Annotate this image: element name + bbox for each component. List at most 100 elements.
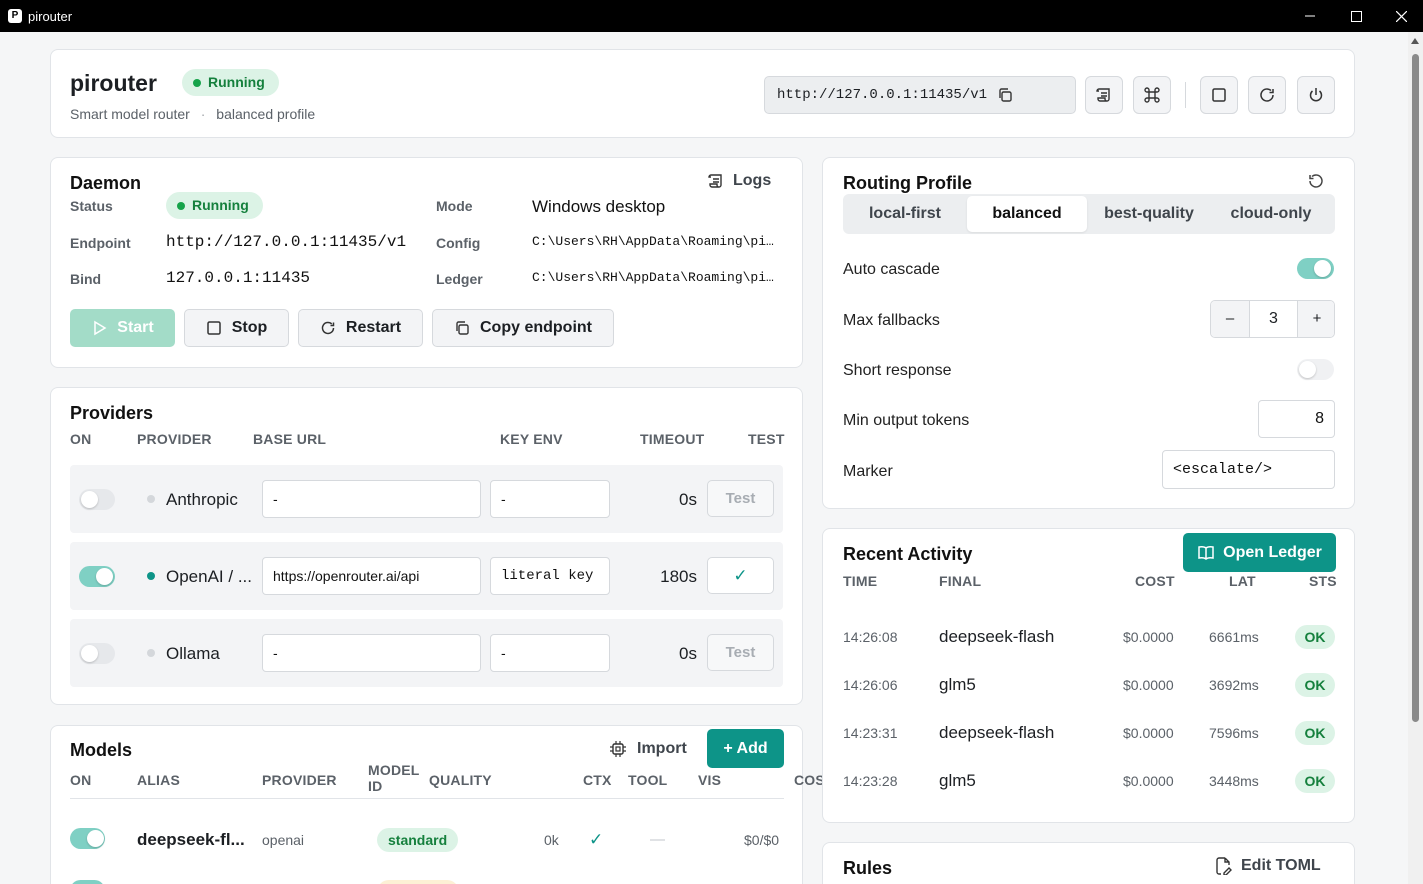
rules-card: Rules Edit TOML	[822, 842, 1355, 884]
tab-balanced[interactable]: balanced	[967, 196, 1087, 232]
test-button[interactable]: ✓	[707, 557, 774, 594]
scrollbar-thumb[interactable]	[1412, 54, 1419, 722]
max-fallbacks-value[interactable]: 3	[1250, 301, 1297, 337]
reset-icon[interactable]	[1307, 172, 1325, 190]
providers-card: Providers ON PROVIDER BASE URL KEY ENV T…	[50, 387, 803, 705]
restart-button[interactable]: Restart	[298, 309, 423, 347]
activity-latency: 3692ms	[1209, 677, 1259, 693]
activity-row: 14:26:08 deepseek-flash $0.0000 6661ms OK	[823, 625, 1356, 655]
endpoint-display[interactable]: http://127.0.0.1:11435/v1	[764, 76, 1076, 114]
activity-time: 14:26:06	[843, 677, 898, 693]
key-env-input[interactable]: -	[490, 480, 610, 518]
refresh-button[interactable]	[1248, 76, 1286, 114]
status-dot	[147, 495, 155, 503]
col-time: TIME	[843, 573, 878, 589]
col-cost: COST	[1135, 573, 1175, 589]
provider-name: OpenAI / ...	[166, 567, 252, 586]
col-quality: QUALITY	[429, 772, 492, 788]
subtitle-text: Smart model router	[70, 106, 190, 122]
logs-label: Logs	[733, 172, 772, 189]
test-passed-icon: ✓	[733, 565, 748, 585]
start-label: Start	[117, 319, 154, 336]
providers-title: Providers	[70, 403, 154, 423]
col-alias: ALIAS	[137, 772, 180, 788]
tab-best-quality[interactable]: best-quality	[1089, 196, 1209, 232]
models-header-divider	[70, 798, 784, 799]
key-env-input[interactable]: literal key	[490, 557, 610, 595]
test-button[interactable]: Test	[707, 480, 774, 517]
provider-toggle[interactable]	[79, 566, 115, 587]
tab-cloud-only[interactable]: cloud-only	[1211, 196, 1331, 232]
scroll-up-icon[interactable]	[1411, 38, 1419, 44]
stop-icon	[206, 321, 221, 335]
col-vis: VIS	[698, 772, 722, 788]
restart-label: Restart	[345, 319, 402, 336]
base-url-input[interactable]: -	[262, 634, 481, 672]
mode-value: Windows desktop	[532, 197, 666, 216]
base-url-input[interactable]: https://openrouter.ai/api	[262, 557, 481, 595]
logs-button[interactable]: Logs	[707, 172, 771, 190]
activity-latency: 3448ms	[1209, 773, 1259, 789]
logs-icon-button[interactable]	[1085, 76, 1123, 114]
app-icon: P	[8, 9, 22, 23]
daemon-title: Daemon	[70, 173, 142, 193]
command-icon	[1144, 87, 1160, 103]
models-card: Models Import + Add ON ALIAS PROVIDER MO…	[50, 725, 825, 884]
power-button[interactable]	[1297, 76, 1335, 114]
activity-time: 14:23:28	[843, 773, 898, 789]
activity-final: deepseek-flash	[939, 627, 1055, 646]
provider-toggle[interactable]	[79, 489, 115, 510]
book-icon	[1198, 545, 1214, 560]
edit-toml-button[interactable]: Edit TOML	[1215, 857, 1321, 875]
col-provider: PROVIDER	[137, 431, 212, 447]
close-window-button[interactable]	[1378, 0, 1423, 32]
col-base-url: BASE URL	[253, 431, 327, 447]
base-url-input[interactable]: -	[262, 480, 481, 518]
min-tokens-input[interactable]: 8	[1258, 400, 1335, 438]
daemon-status-badge: Running	[166, 192, 263, 219]
maximize-button[interactable]	[1333, 0, 1379, 32]
decrement-button[interactable]: –	[1211, 301, 1250, 337]
start-button[interactable]: Start	[70, 309, 175, 347]
app-subtitle: Smart model router · balanced profile	[70, 106, 315, 122]
increment-button[interactable]: +	[1297, 301, 1334, 337]
model-ctx: 0k	[544, 832, 559, 848]
edit-toml-label: Edit TOML	[1241, 857, 1321, 874]
recent-activity-card: Recent Activity Open Ledger TIME FINAL C…	[822, 528, 1355, 823]
command-palette-button[interactable]	[1133, 76, 1171, 114]
col-tool: TOOL	[628, 772, 668, 788]
auto-cascade-toggle[interactable]	[1297, 258, 1334, 279]
add-model-button[interactable]: + Add	[707, 729, 784, 768]
minimize-button[interactable]	[1287, 0, 1333, 32]
activity-time: 14:23:31	[843, 725, 898, 741]
test-button[interactable]: Test	[707, 634, 774, 671]
window-toggle-button[interactable]	[1200, 76, 1238, 114]
status-ok-badge: OK	[1295, 673, 1335, 697]
model-alias: deepseek-fl...	[137, 830, 245, 849]
stop-button[interactable]: Stop	[184, 309, 289, 347]
import-label: Import	[637, 740, 687, 757]
mode-label: Mode	[436, 198, 473, 214]
activity-row: 14:23:31 deepseek-flash $0.0000 7596ms OK	[823, 721, 1356, 751]
endpoint-value: http://127.0.0.1:11435/v1	[166, 233, 407, 251]
tab-local-first[interactable]: local-first	[845, 196, 965, 232]
activity-cost: $0.0000	[1123, 629, 1174, 645]
status-badge: Running	[182, 69, 279, 96]
vis-dash: —	[650, 831, 665, 848]
activity-latency: 6661ms	[1209, 629, 1259, 645]
max-fallbacks-label: Max fallbacks	[843, 312, 940, 329]
marker-input[interactable]: <escalate/>	[1162, 450, 1335, 489]
activity-final: glm5	[939, 675, 976, 694]
copy-endpoint-button[interactable]: Copy endpoint	[432, 309, 614, 347]
import-button[interactable]: Import	[609, 740, 687, 758]
model-toggle[interactable]	[70, 828, 105, 849]
short-response-toggle[interactable]	[1297, 359, 1334, 380]
provider-name: Ollama	[166, 644, 220, 663]
scrollbar[interactable]	[1408, 32, 1423, 884]
copy-icon[interactable]	[997, 87, 1013, 103]
provider-toggle[interactable]	[79, 643, 115, 664]
subtitle-profile: balanced profile	[216, 106, 316, 122]
key-env-input[interactable]: -	[490, 634, 610, 672]
col-model-id-line1: MODEL	[368, 762, 420, 778]
open-ledger-button[interactable]: Open Ledger	[1183, 533, 1336, 572]
